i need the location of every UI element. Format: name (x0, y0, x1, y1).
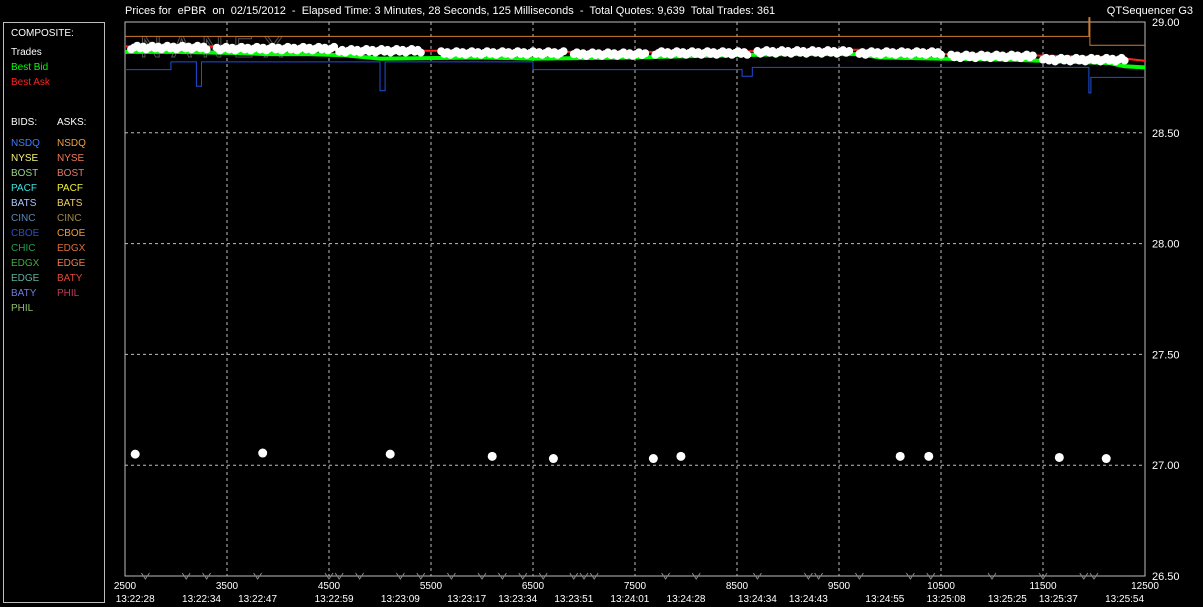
x-tick-label: 12500 (1131, 581, 1159, 592)
x-tick-label: 2500 (114, 581, 137, 592)
y-tick-label: 27.00 (1152, 460, 1180, 472)
x-tick-label: 3500 (216, 581, 239, 592)
x-tick-label: 5500 (420, 581, 443, 592)
time-label: 13:24:43 (789, 594, 828, 605)
time-label: 13:23:09 (381, 594, 420, 605)
time-label: 13:24:01 (610, 594, 649, 605)
x-tick-label: 6500 (522, 581, 545, 592)
time-label: 13:25:25 (988, 594, 1027, 605)
trade-dot (1120, 56, 1129, 65)
trade-dot (1101, 454, 1111, 464)
trade-dot (487, 451, 497, 461)
trade-dot (559, 47, 568, 56)
time-label: 13:22:59 (315, 594, 354, 605)
x-tick-label: 9500 (828, 581, 851, 592)
trade-dot (743, 50, 752, 59)
time-label: 13:22:34 (182, 594, 221, 605)
trade-dot (648, 454, 658, 464)
trade-dot (416, 48, 425, 57)
trade-dot (895, 451, 905, 461)
trade-dot (845, 47, 854, 56)
time-label: 13:22:47 (238, 594, 277, 605)
trade-dot (1054, 452, 1064, 462)
trade-dot (1028, 51, 1037, 60)
time-label: 13:24:28 (667, 594, 706, 605)
trade-dot (548, 454, 558, 464)
time-label: 13:23:17 (447, 594, 486, 605)
trade-dot (641, 49, 650, 58)
time-label: 13:24:34 (738, 594, 777, 605)
trade-dot (202, 45, 211, 54)
trade-dot (937, 50, 945, 59)
x-tick-label: 8500 (726, 581, 749, 592)
time-label: 13:22:28 (116, 594, 155, 605)
trade-dot (385, 449, 395, 459)
time-label: 13:25:37 (1039, 594, 1078, 605)
time-label: 13:23:34 (498, 594, 537, 605)
trade-dot (676, 451, 686, 461)
trade-dot (130, 449, 140, 459)
trade-dot (258, 448, 268, 458)
y-tick-label: 28.00 (1152, 239, 1180, 251)
y-tick-label: 28.50 (1152, 128, 1180, 140)
x-tick-label: 11500 (1029, 581, 1057, 592)
x-tick-label: 4500 (318, 581, 341, 592)
time-label: 13:25:54 (1105, 594, 1144, 605)
x-tick-label: 10500 (927, 581, 955, 592)
y-tick-label: 27.50 (1152, 349, 1180, 361)
time-label: 13:23:51 (554, 594, 593, 605)
price-chart: NANEX 29.0028.5028.0027.5027.0026.502500… (114, 17, 1180, 605)
x-tick-label: 7500 (624, 581, 647, 592)
time-label: 13:25:08 (927, 594, 966, 605)
y-tick-label: 29.00 (1152, 17, 1180, 29)
trade-dot (924, 451, 934, 461)
time-label: 13:24:55 (865, 594, 904, 605)
